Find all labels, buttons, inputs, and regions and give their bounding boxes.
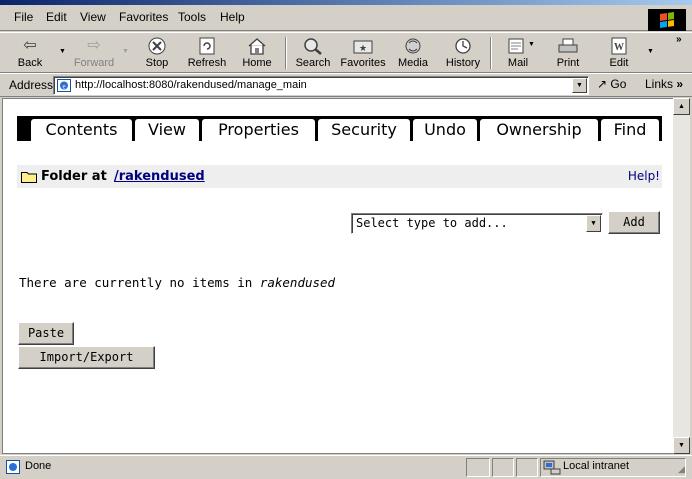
forward-arrow-icon: ⇨ xyxy=(87,37,101,54)
svg-text:★: ★ xyxy=(359,43,367,53)
stop-icon xyxy=(131,35,183,57)
status-text: Done xyxy=(25,460,52,472)
toolbar: ⇦ Back ▼ ⇨ Forward ▼ Stop Refresh Home S… xyxy=(0,32,692,73)
address-url: http://localhost:8080/rakendused/manage_… xyxy=(75,79,307,91)
forward-button[interactable]: ⇨ Forward xyxy=(68,35,120,71)
tab-undo[interactable]: Undo xyxy=(413,119,477,141)
print-icon xyxy=(542,35,594,57)
menu-favorites[interactable]: Favorites xyxy=(119,10,168,24)
favorites-icon: ★ xyxy=(337,35,389,57)
status-bar: Done Local intranet ◢ xyxy=(0,455,692,479)
status-panel xyxy=(466,458,490,477)
tab-security[interactable]: Security xyxy=(318,119,410,141)
status-panel xyxy=(516,458,538,477)
scroll-up-icon[interactable]: ▲ xyxy=(673,98,690,115)
svg-text:e: e xyxy=(62,83,65,91)
mail-dropdown-icon[interactable]: ▼ xyxy=(528,41,535,48)
address-input[interactable]: e http://localhost:8080/rakendused/manag… xyxy=(53,76,589,95)
import-export-button[interactable]: Import/Export xyxy=(18,346,155,369)
intranet-zone-icon xyxy=(543,460,561,475)
history-icon xyxy=(437,35,489,57)
forward-dropdown-icon[interactable]: ▼ xyxy=(122,48,129,55)
page-icon: e xyxy=(57,79,71,92)
tab-contents[interactable]: Contents xyxy=(31,119,132,141)
address-label: Address xyxy=(9,78,54,92)
scroll-down-icon[interactable]: ▼ xyxy=(673,437,690,454)
chevron-down-icon[interactable]: ▼ xyxy=(586,215,601,232)
menu-edit[interactable]: Edit xyxy=(46,10,67,24)
menu-file[interactable]: File xyxy=(14,10,33,24)
add-type-select-value: Select type to add... xyxy=(356,216,508,230)
print-button[interactable]: Print xyxy=(542,35,594,71)
empty-folder-message: There are currently no items in rakendus… xyxy=(19,275,336,290)
refresh-button[interactable]: Refresh xyxy=(181,35,233,71)
help-link[interactable]: Help! xyxy=(628,169,660,183)
tab-ownership[interactable]: Ownership xyxy=(480,119,598,141)
folder-path-link[interactable]: /rakendused xyxy=(114,169,205,184)
edit-dropdown-icon[interactable]: ▼ xyxy=(647,48,654,55)
add-type-select[interactable]: Select type to add... ▼ xyxy=(351,213,603,234)
vertical-scrollbar[interactable]: ▲ ▼ xyxy=(673,98,690,454)
links-button[interactable]: Links » xyxy=(645,77,683,91)
folder-icon xyxy=(21,172,37,183)
menu-bar: File Edit View Favorites Tools Help xyxy=(0,5,692,31)
address-bar: Address e http://localhost:8080/rakendus… xyxy=(0,73,692,97)
svg-text:W: W xyxy=(614,42,624,53)
security-zone-text: Local intranet xyxy=(563,460,630,472)
paste-button[interactable]: Paste xyxy=(18,322,74,345)
resize-grip-icon[interactable]: ◢ xyxy=(678,464,685,475)
home-button[interactable]: Home xyxy=(231,35,283,71)
home-icon xyxy=(231,35,283,57)
menu-view[interactable]: View xyxy=(80,10,106,24)
menu-help[interactable]: Help xyxy=(220,10,245,24)
menu-tools[interactable]: Tools xyxy=(178,10,206,24)
refresh-icon xyxy=(181,35,233,57)
folder-label: Folder at xyxy=(41,169,107,184)
address-dropdown-icon[interactable]: ▼ xyxy=(572,78,587,93)
search-button[interactable]: Search xyxy=(287,35,339,71)
page-viewport: Contents View Properties Security Undo O… xyxy=(2,98,673,454)
tab-find[interactable]: Find xyxy=(601,119,659,141)
edit-button[interactable]: W Edit xyxy=(593,35,645,71)
windows-logo-icon xyxy=(648,9,686,31)
status-panel xyxy=(492,458,514,477)
back-dropdown-icon[interactable]: ▼ xyxy=(59,48,66,55)
mail-button[interactable]: Mail xyxy=(492,35,544,71)
edit-icon: W xyxy=(593,35,645,57)
add-button[interactable]: Add xyxy=(608,211,660,234)
search-icon xyxy=(287,35,339,57)
go-button[interactable]: ↗ Go xyxy=(597,77,626,91)
back-arrow-icon: ⇦ xyxy=(23,37,37,54)
go-arrow-icon: ↗ xyxy=(597,77,608,91)
mail-icon xyxy=(492,35,544,57)
folder-header: Folder at /rakendused Help! xyxy=(17,165,662,188)
favorites-button[interactable]: ★ Favorites xyxy=(337,35,389,71)
tab-properties[interactable]: Properties xyxy=(202,119,315,141)
media-button[interactable]: Media xyxy=(387,35,439,71)
stop-button[interactable]: Stop xyxy=(131,35,183,71)
history-button[interactable]: History xyxy=(437,35,489,71)
tab-view[interactable]: View xyxy=(135,119,199,141)
page-status-icon xyxy=(6,460,20,474)
management-tabs: Contents View Properties Security Undo O… xyxy=(17,116,662,141)
back-button[interactable]: ⇦ Back xyxy=(4,35,56,71)
toolbar-chevron-icon[interactable]: » xyxy=(676,34,682,45)
links-chevron-icon: » xyxy=(676,77,684,91)
media-icon xyxy=(387,35,439,57)
